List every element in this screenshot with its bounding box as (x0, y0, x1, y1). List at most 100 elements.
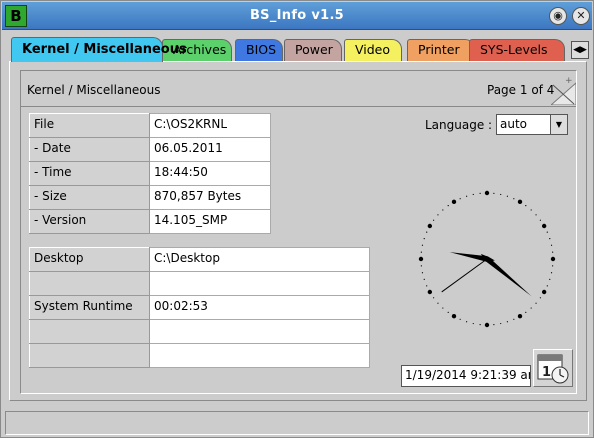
row-value: C:\Desktop (149, 247, 370, 272)
calendar-clock-button[interactable]: 1 (533, 349, 573, 387)
clock-minute-mark (500, 193, 502, 196)
clock-minute-mark (546, 231, 548, 233)
row-label (29, 343, 150, 368)
row-label: - Size (29, 185, 150, 210)
table-row: - Date 06.05.2011 (29, 137, 271, 162)
row-value (149, 319, 370, 344)
clock-hour-mark (517, 199, 523, 205)
row-label (29, 319, 150, 344)
row-label: - Version (29, 209, 150, 234)
clock-minute-mark (525, 311, 527, 313)
clock-minute-mark (530, 307, 532, 309)
table-row (29, 319, 370, 344)
title-bar[interactable]: B BS_Info v1.5 ◉ ✕ (2, 2, 592, 30)
row-label: - Date (29, 137, 150, 162)
clock-minute-mark (552, 251, 554, 253)
clock-minute-mark (493, 192, 495, 194)
clock-minute-mark (549, 278, 551, 280)
svg-text:+: + (565, 76, 573, 86)
clock-minute-mark (437, 214, 439, 216)
clock-minute-mark (459, 198, 461, 200)
page-turn-icon[interactable]: + (551, 71, 576, 105)
tab-video[interactable]: Video (344, 39, 402, 61)
status-bar (5, 411, 589, 435)
language-value: auto (500, 117, 528, 131)
analog-clock (418, 190, 556, 328)
row-value (149, 271, 370, 296)
clock-minute-mark (506, 195, 508, 197)
clock-minute-mark (549, 238, 551, 240)
clock-minute-mark (513, 198, 515, 200)
clock-minute-mark (546, 285, 548, 287)
table-row: - Size 870,857 Bytes (29, 185, 271, 210)
close-button[interactable]: ✕ (572, 7, 590, 25)
page-number: Page 1 of 4 (487, 83, 555, 97)
table-row: File C:\OS2KRNL (29, 113, 271, 138)
calendar-clock-icon: 1 (537, 354, 569, 384)
clock-minute-mark (552, 265, 554, 267)
clock-hour-mark (541, 223, 547, 229)
row-value: 870,857 Bytes (149, 185, 271, 210)
clock-hour-mark (550, 256, 556, 262)
clock-minute-mark (479, 324, 481, 326)
page-title: Kernel / Miscellaneous (27, 83, 161, 97)
clock-minute-mark (423, 278, 425, 280)
row-label (29, 271, 150, 296)
clock-minute-mark (539, 219, 541, 221)
clock-hour-mark (517, 313, 523, 319)
clock-minute-mark (535, 302, 537, 304)
tab-printer[interactable]: Printer (407, 39, 475, 61)
clock-minute-mark (442, 307, 444, 309)
clock-minute-mark (433, 297, 435, 299)
clock-minute-mark (506, 321, 508, 323)
language-select[interactable]: auto ▼ (496, 114, 568, 135)
clock-hour-mark (451, 313, 457, 319)
clock-minute-mark (426, 285, 428, 287)
table-row (29, 343, 370, 368)
clock-hour-mark (418, 256, 424, 262)
clock-minute-mark (421, 272, 424, 274)
clock-minute-mark (423, 238, 425, 240)
row-value (149, 343, 370, 368)
clock-minute-hand (480, 253, 532, 297)
clock-minute-mark (472, 193, 474, 196)
chevron-down-icon[interactable]: ▼ (550, 115, 567, 134)
table-row: Desktop C:\Desktop (29, 247, 370, 272)
clock-minute-mark (539, 297, 541, 299)
row-value: 18:44:50 (149, 161, 271, 186)
clock-minute-mark (426, 231, 428, 233)
row-value: 06.05.2011 (149, 137, 271, 162)
clock-minute-mark (459, 318, 461, 320)
clock-hour-mark (427, 223, 433, 229)
minimize-button[interactable]: ◉ (549, 7, 567, 25)
clock-minute-mark (479, 192, 481, 194)
clock-minute-mark (550, 272, 553, 274)
clock-minute-mark (466, 321, 468, 323)
clock-hour-mark (484, 190, 490, 196)
tab-bar: Kernel / Miscellaneous Archives BIOS Power V… (9, 37, 569, 62)
tab-power[interactable]: Power (284, 39, 342, 61)
svg-text:1: 1 (542, 365, 551, 380)
clock-hour-mark (484, 322, 490, 328)
clock-minute-mark (513, 318, 515, 320)
table-row (29, 271, 370, 296)
system-info-table: Desktop C:\Desktop System Runtime 00:02:53 (29, 247, 370, 368)
tab-bios[interactable]: BIOS (235, 39, 283, 61)
datetime-field[interactable]: 1/19/2014 9:21:39 am (401, 365, 531, 387)
clock-minute-mark (550, 244, 553, 246)
clock-hour-mark (427, 289, 433, 295)
row-label: System Runtime (29, 295, 150, 320)
clock-minute-mark (500, 322, 502, 325)
language-label: Language : (425, 118, 493, 132)
row-value: 00:02:53 (149, 295, 370, 320)
tab-kernel-miscellaneous[interactable]: Kernel / Miscellaneous (11, 37, 187, 62)
main-window: B BS_Info v1.5 ◉ ✕ Kernel / Miscellaneou… (0, 0, 594, 438)
row-value: C:\OS2KRNL (149, 113, 271, 138)
table-row: - Version 14.105_SMP (29, 209, 271, 234)
tab-sys-levels[interactable]: SYS-Levels (469, 39, 565, 61)
clock-second-hand (441, 258, 488, 293)
tab-scroll-button[interactable]: ◀▶ (571, 41, 589, 59)
clock-hour-mark (541, 289, 547, 295)
kernel-info-table: File C:\OS2KRNL - Date 06.05.2011- Time 18:4… (29, 113, 271, 234)
clock-minute-mark (535, 214, 537, 216)
